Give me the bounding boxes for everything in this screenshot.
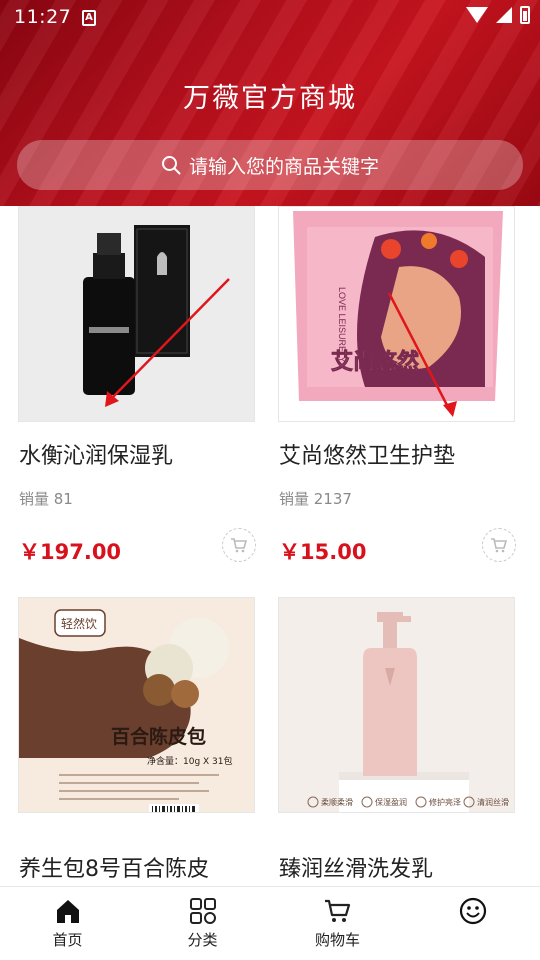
p4-feature-1: 柔顺柔滑 [321, 797, 353, 807]
add-to-cart-button[interactable] [482, 528, 516, 562]
product-name[interactable]: 水衡沁润保湿乳 [19, 438, 279, 470]
bottom-nav: 首页 分类 购物车 [0, 886, 540, 960]
tab-home[interactable]: 首页 [0, 887, 135, 960]
tab-category-label: 分类 [187, 931, 218, 949]
p2-brand-text: 艾尚悠然 [331, 349, 419, 375]
search-input[interactable]: 请输入您的商品关键字 [17, 140, 523, 190]
header: 11:27 A 万薇官方商城 请输入您的商品关键字 [0, 0, 540, 206]
page-title: 万薇官方商城 [183, 83, 357, 114]
product-image[interactable]: LOVE LEISURELY 艾尚悠然 [278, 206, 515, 422]
add-to-cart-button[interactable] [222, 528, 256, 562]
tab-profile[interactable] [405, 887, 540, 960]
tab-cart[interactable]: 购物车 [270, 887, 405, 960]
product-photo-shampoo: 柔顺柔滑 保湿盈润 修护亮泽 清润丝滑 [279, 598, 514, 812]
status-time: 11:27 [14, 6, 72, 28]
cart-icon [231, 538, 248, 553]
wifi-icon [466, 7, 488, 23]
search-placeholder: 请输入您的商品关键字 [188, 155, 379, 178]
product-sales: 销量 81 [19, 490, 73, 508]
status-icons [466, 6, 530, 24]
product-photo-tea-pack: 轻然饮 百合陈皮包 净含量：10g X 31包 [19, 598, 254, 812]
home-icon [56, 900, 79, 923]
status-bar: 11:27 A [0, 0, 540, 36]
p3-spec-text: 净含量：10g X 31包 [147, 755, 233, 767]
search-icon [161, 156, 181, 175]
product-photo-pantyliner: LOVE LEISURELY 艾尚悠然 [279, 207, 514, 421]
p3-title-text: 百合陈皮包 [111, 725, 206, 748]
tab-home-label: 首页 [52, 931, 83, 949]
tab-category[interactable]: 分类 [135, 887, 270, 960]
product-image[interactable]: 柔顺柔滑 保湿盈润 修护亮泽 清润丝滑 [278, 597, 515, 813]
cart-icon [491, 538, 508, 553]
p4-feature-3: 修护亮泽 [429, 797, 461, 807]
product-photo-lotion [19, 207, 254, 421]
sim-icon: A [82, 10, 96, 26]
p4-feature-2: 保湿盈润 [375, 797, 407, 807]
product-price: ￥197.00 [19, 540, 122, 564]
product-image[interactable]: 轻然饮 百合陈皮包 净含量：10g X 31包 [18, 597, 255, 813]
product-name[interactable]: 臻润丝滑洗发乳 [279, 851, 539, 883]
product-card[interactable]: 轻然饮 百合陈皮包 净含量：10g X 31包 养生包8号百合陈皮 [18, 597, 255, 886]
battery-icon [520, 6, 530, 24]
product-name[interactable]: 艾尚悠然卫生护垫 [279, 438, 539, 470]
product-card[interactable]: 柔顺柔滑 保湿盈润 修护亮泽 清润丝滑 臻润丝滑洗发乳 [278, 597, 515, 886]
product-price: ￥15.00 [279, 540, 367, 564]
p4-feature-4: 清润丝滑 [477, 797, 509, 807]
product-image[interactable] [18, 206, 255, 422]
cart-icon [324, 899, 350, 922]
signal-icon [496, 7, 512, 23]
product-sales: 销量 2137 [279, 490, 352, 508]
product-card[interactable]: 水衡沁润保湿乳 销量 81 ￥197.00 [18, 206, 256, 586]
product-name[interactable]: 养生包8号百合陈皮 [19, 851, 279, 883]
product-card[interactable]: LOVE LEISURELY 艾尚悠然 艾尚悠然卫生护垫 销量 2137 ￥15… [278, 206, 516, 586]
product-grid: 水衡沁润保湿乳 销量 81 ￥197.00 LOVE LEISURELY 艾尚悠 [0, 206, 540, 886]
category-icon [189, 898, 216, 924]
profile-face-icon [459, 897, 486, 925]
tab-cart-label: 购物车 [314, 931, 360, 949]
p3-brand-text: 轻然饮 [61, 616, 97, 631]
